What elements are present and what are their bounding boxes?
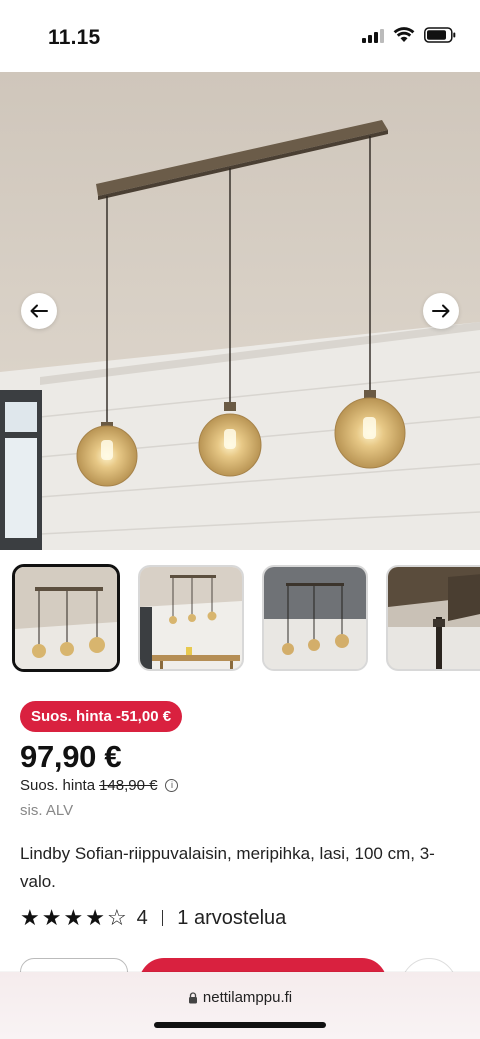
product-price: 97,90 € bbox=[20, 739, 122, 774]
status-icons bbox=[362, 27, 456, 43]
dining-room-photo bbox=[140, 567, 242, 669]
star-filled-icon: ★ bbox=[41, 905, 62, 930]
thumbnail-4[interactable] bbox=[386, 565, 480, 671]
review-count-link[interactable]: 1 arvostelua bbox=[177, 907, 286, 930]
wifi-icon bbox=[393, 27, 415, 43]
url-text: nettilamppu.fi bbox=[202, 989, 293, 1006]
battery-icon bbox=[424, 27, 456, 43]
lamp-dark-wall-photo bbox=[264, 567, 366, 669]
pendant-lamp-photo bbox=[0, 72, 480, 550]
reference-price-label: Suos. hinta bbox=[20, 777, 96, 794]
thumbnail-1[interactable] bbox=[12, 564, 120, 672]
pendant-lamp-photo bbox=[15, 567, 117, 669]
next-image-button[interactable] bbox=[423, 293, 459, 329]
star-empty-icon: ☆ bbox=[106, 905, 127, 930]
reference-price-old: 148,90 € bbox=[99, 777, 158, 794]
arrow-right-icon bbox=[432, 304, 450, 318]
lamp-detail-photo bbox=[388, 567, 480, 669]
thumbnail-2[interactable] bbox=[138, 565, 244, 671]
rating-value: 4 bbox=[136, 906, 148, 929]
discount-badge: Suos. hinta -51,00 € bbox=[20, 701, 183, 732]
rating-stars: ★ ★ ★ ★ ☆ bbox=[20, 905, 127, 931]
arrow-left-icon bbox=[30, 304, 48, 318]
product-image-carousel[interactable] bbox=[0, 72, 480, 550]
vat-note: sis. ALV bbox=[20, 802, 74, 819]
browser-address-bar: nettilamppu.fi bbox=[0, 972, 480, 1039]
url-field[interactable]: nettilamppu.fi bbox=[0, 989, 480, 1006]
status-bar: 11.15 bbox=[0, 0, 480, 72]
product-rating[interactable]: ★ ★ ★ ★ ☆ 4 1 arvostelua bbox=[20, 905, 286, 931]
home-indicator[interactable] bbox=[154, 1022, 326, 1028]
reference-price: Suos. hinta 148,90 € i bbox=[20, 777, 179, 794]
lock-icon bbox=[188, 991, 197, 1003]
info-icon[interactable]: i bbox=[165, 779, 179, 792]
thumbnail-strip bbox=[0, 563, 480, 673]
previous-image-button[interactable] bbox=[21, 293, 57, 329]
cellular-signal-icon bbox=[362, 27, 384, 43]
product-title: Lindby Sofian-riippuvalaisin, meripihka,… bbox=[20, 844, 435, 891]
star-filled-icon: ★ bbox=[20, 905, 40, 930]
thumbnail-3[interactable] bbox=[262, 565, 368, 671]
rating-divider bbox=[161, 910, 164, 926]
star-filled-icon: ★ bbox=[85, 905, 105, 930]
status-time: 11.15 bbox=[48, 26, 101, 49]
star-filled-icon: ★ bbox=[63, 905, 84, 930]
